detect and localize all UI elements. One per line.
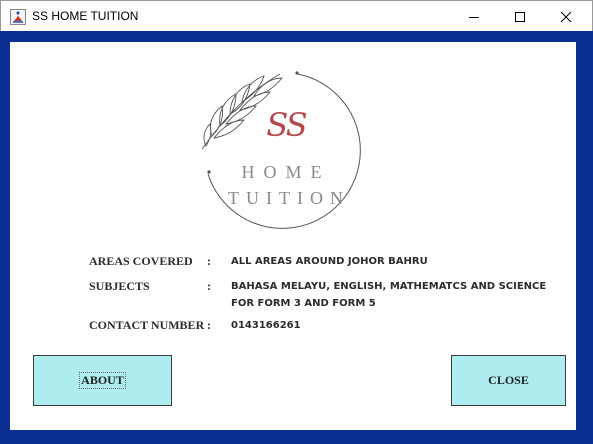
about-button-label: ABOUT bbox=[79, 372, 126, 389]
about-button[interactable]: ABOUT bbox=[33, 355, 172, 406]
subjects-label: SUBJECTS bbox=[89, 279, 150, 293]
areas-value: ALL AREAS AROUND JOHOR BAHRU bbox=[231, 256, 428, 267]
minimize-button[interactable] bbox=[451, 1, 497, 32]
contact-value: 0143166261 bbox=[231, 320, 301, 331]
window-title: SS HOME TUITION bbox=[32, 9, 139, 23]
content-panel: SS HOME TUITION AREAS COVERED : ALL AREA… bbox=[10, 42, 576, 430]
subjects-value-line2: FOR FORM 3 AND FORM 5 bbox=[231, 298, 376, 309]
contact-row: CONTACT NUMBER : 0143166261 bbox=[10, 318, 576, 334]
contact-colon: : bbox=[207, 318, 211, 332]
areas-colon: : bbox=[207, 254, 211, 268]
areas-row: AREAS COVERED : ALL AREAS AROUND JOHOR B… bbox=[10, 254, 576, 270]
subjects-value-line1: BAHASA MELAYU, ENGLISH, MATHEMATCS AND S… bbox=[231, 281, 547, 292]
logo-line-home: HOME bbox=[242, 162, 331, 182]
maximize-button[interactable] bbox=[497, 1, 543, 32]
areas-label: AREAS COVERED bbox=[89, 254, 193, 268]
close-button[interactable]: CLOSE bbox=[451, 355, 566, 406]
window-frame: SS HOME TUITION AREAS COVERED : ALL AREA… bbox=[0, 31, 593, 444]
java-app-icon bbox=[10, 9, 26, 25]
minimize-icon bbox=[469, 17, 479, 18]
window-close-button[interactable] bbox=[543, 1, 589, 32]
close-icon bbox=[560, 11, 572, 23]
logo-line-tuition: TUITION bbox=[228, 188, 350, 208]
subjects-colon: : bbox=[207, 279, 211, 293]
ss-home-tuition-logo: SS HOME TUITION bbox=[201, 71, 361, 229]
title-bar: SS HOME TUITION bbox=[0, 0, 593, 31]
contact-label: CONTACT NUMBER bbox=[89, 318, 205, 332]
maximize-icon bbox=[515, 12, 525, 22]
close-button-label: CLOSE bbox=[488, 373, 529, 387]
logo-monogram: SS bbox=[266, 106, 306, 144]
subjects-row: SUBJECTS : BAHASA MELAYU, ENGLISH, MATHE… bbox=[10, 279, 576, 313]
